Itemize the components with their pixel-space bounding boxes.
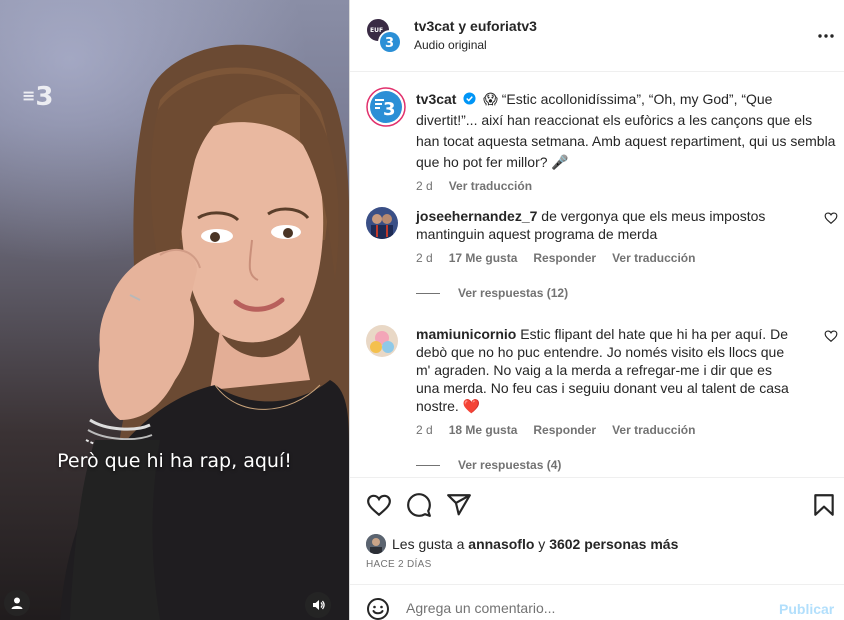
post-details-panel: EUF 3 tv3cat y euforiatv3 Audio original — [349, 0, 844, 620]
save-icon[interactable] — [811, 492, 837, 518]
caption-translate-link[interactable]: Ver traducción — [449, 179, 532, 193]
comment-input[interactable] — [406, 597, 766, 619]
view-replies-button[interactable]: Ver respuestas (12) — [416, 286, 568, 300]
comment-meta: 2 d 18 Me gusta Responder Ver traducción — [416, 423, 695, 437]
video-subtitle: Però que hi ha rap, aquí! — [57, 450, 292, 472]
comment-time: 2 d — [416, 423, 433, 437]
tv3cat-caption-avatar[interactable]: 3 — [366, 87, 406, 127]
view-replies-label: Ver respuestas (12) — [458, 286, 569, 300]
comment-text: mamiunicornio Estic flipant del hate que… — [416, 325, 796, 415]
emoji-icon[interactable] — [366, 597, 390, 620]
reel-video[interactable]: ≡3 Però que hi ha rap, aquí! — [0, 0, 349, 620]
post-modal: ≡3 Però que hi ha rap, aquí! EUF 3 tv3ca… — [0, 0, 844, 620]
comment-avatar[interactable] — [366, 207, 398, 239]
tagged-users-button[interactable] — [4, 590, 30, 616]
comment-likes[interactable]: 17 Me gusta — [449, 251, 518, 265]
comment-translate-link[interactable]: Ver traducción — [612, 251, 695, 265]
post-timestamp[interactable]: HACE 2 DÍAS — [366, 559, 432, 570]
comment-username[interactable]: mamiunicornio — [416, 326, 516, 342]
comment-avatar[interactable] — [366, 325, 398, 357]
heart-icon[interactable] — [366, 492, 392, 518]
caption-meta: 2 d Ver traducción — [416, 179, 532, 193]
volume-icon — [313, 600, 325, 610]
comment-text: joseehernandez_7 de vergonya que els meu… — [416, 207, 796, 243]
comments-scroll-area[interactable]: 3 tv3cat 😱 “Estic acollonidíssima”, “Oh,… — [350, 73, 844, 477]
post-header: EUF 3 tv3cat y euforiatv3 Audio original — [350, 0, 844, 72]
likes-count-link[interactable]: 3602 personas más — [549, 536, 678, 552]
audio-toggle-button[interactable] — [305, 592, 331, 618]
audio-label[interactable]: Audio original — [414, 38, 487, 52]
heart-icon[interactable] — [824, 211, 838, 225]
caption-text: tv3cat 😱 “Estic acollonidíssima”, “Oh, m… — [416, 89, 836, 173]
likes-connector: y — [538, 536, 546, 552]
comment-translate-link[interactable]: Ver traducción — [612, 423, 695, 437]
likes-prefix: Les gusta a — [392, 536, 465, 552]
svg-text:3: 3 — [385, 36, 394, 51]
post-actions-bar — [350, 477, 844, 527]
comment-meta: 2 d 17 Me gusta Responder Ver traducción — [416, 251, 695, 265]
liker-avatar[interactable] — [366, 534, 386, 554]
verified-icon — [463, 92, 476, 105]
publish-button[interactable]: Publicar — [779, 601, 834, 617]
post-authors[interactable]: tv3cat y euforiatv3 — [414, 18, 537, 34]
comment-time: 2 d — [416, 251, 433, 265]
share-icon[interactable] — [446, 492, 472, 518]
more-icon[interactable] — [816, 26, 836, 46]
user-icon — [11, 597, 23, 609]
comment-username[interactable]: joseehernandez_7 — [416, 208, 537, 224]
caption-body: 😱 “Estic acollonidíssima”, “Oh, my God”,… — [416, 91, 836, 170]
view-replies-label: Ver respuestas (4) — [458, 458, 562, 472]
view-replies-button[interactable]: Ver respuestas (4) — [416, 458, 561, 472]
svg-text:3: 3 — [383, 99, 396, 120]
caption-time: 2 d — [416, 179, 433, 193]
tv3cat-avatar: 3 — [378, 30, 403, 55]
comment-icon[interactable] — [406, 492, 432, 518]
heart-icon[interactable] — [824, 329, 838, 343]
collab-avatars[interactable]: EUF 3 — [366, 18, 403, 55]
likes-summary: Les gusta a annasoflo y 3602 personas má… — [366, 534, 678, 554]
add-comment-bar: Publicar — [350, 584, 844, 620]
comment-likes[interactable]: 18 Me gusta — [449, 423, 518, 437]
reply-button[interactable]: Responder — [533, 251, 596, 265]
tv3-logo-watermark: ≡3 — [22, 82, 54, 112]
caption-username[interactable]: tv3cat — [416, 91, 456, 107]
liker-username[interactable]: annasoflo — [468, 536, 534, 552]
reply-button[interactable]: Responder — [533, 423, 596, 437]
